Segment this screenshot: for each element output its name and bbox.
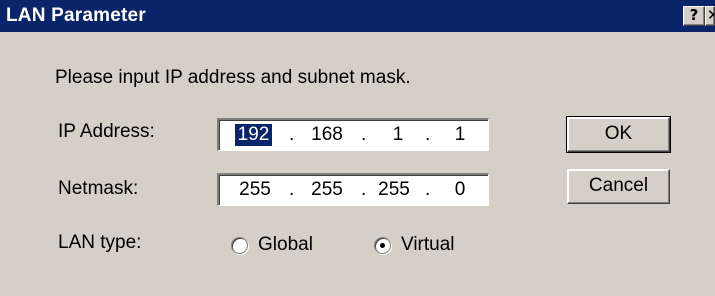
lan-type-label: LAN type: (58, 232, 142, 253)
title-bar[interactable]: LAN Parameter ? ✕ (0, 0, 715, 32)
radio-selected-dot (380, 242, 385, 248)
ok-button[interactable]: OK (566, 116, 671, 153)
radio-global[interactable]: Global (231, 234, 313, 256)
cancel-button[interactable]: Cancel (567, 169, 670, 204)
ip-address-label: IP Address: (58, 121, 155, 142)
netmask-octet-3[interactable]: 255 (373, 179, 415, 201)
close-icon: ✕ (707, 7, 714, 24)
netmask-field[interactable]: 255 . 255 . 255 . 0 (217, 173, 489, 206)
ip-octet-1[interactable]: 192 (235, 124, 272, 146)
radio-virtual[interactable]: Virtual (374, 234, 455, 256)
netmask-separator-1: . (289, 179, 295, 200)
help-button[interactable]: ? (683, 6, 705, 26)
window-title: LAN Parameter (6, 5, 146, 26)
instructions-text: Please input IP address and subnet mask. (55, 67, 411, 88)
radio-virtual-label[interactable]: Virtual (401, 234, 455, 256)
radio-global-circle[interactable] (231, 236, 248, 254)
ip-separator-1: . (289, 124, 295, 145)
ip-separator-2: . (361, 124, 367, 145)
radio-global-label[interactable]: Global (258, 234, 313, 256)
question-mark-icon: ? (689, 6, 699, 24)
netmask-octet-1[interactable]: 255 (235, 179, 275, 201)
netmask-octet-2[interactable]: 255 (307, 179, 347, 201)
ip-octet-4[interactable]: 1 (441, 124, 479, 146)
netmask-octet-4[interactable]: 0 (441, 179, 479, 201)
ip-octet-2[interactable]: 168 (307, 124, 347, 146)
lan-parameter-dialog: LAN Parameter ? ✕ Please input IP addres… (0, 0, 715, 296)
netmask-separator-3: . (425, 179, 431, 200)
radio-virtual-circle[interactable] (374, 236, 391, 254)
ip-octet-3[interactable]: 1 (379, 124, 417, 146)
close-button[interactable]: ✕ (705, 6, 715, 26)
netmask-label: Netmask: (58, 178, 139, 199)
netmask-separator-2: . (361, 179, 367, 200)
ip-separator-3: . (425, 124, 431, 145)
ip-address-field[interactable]: 192 . 168 . 1 . 1 (217, 118, 489, 151)
